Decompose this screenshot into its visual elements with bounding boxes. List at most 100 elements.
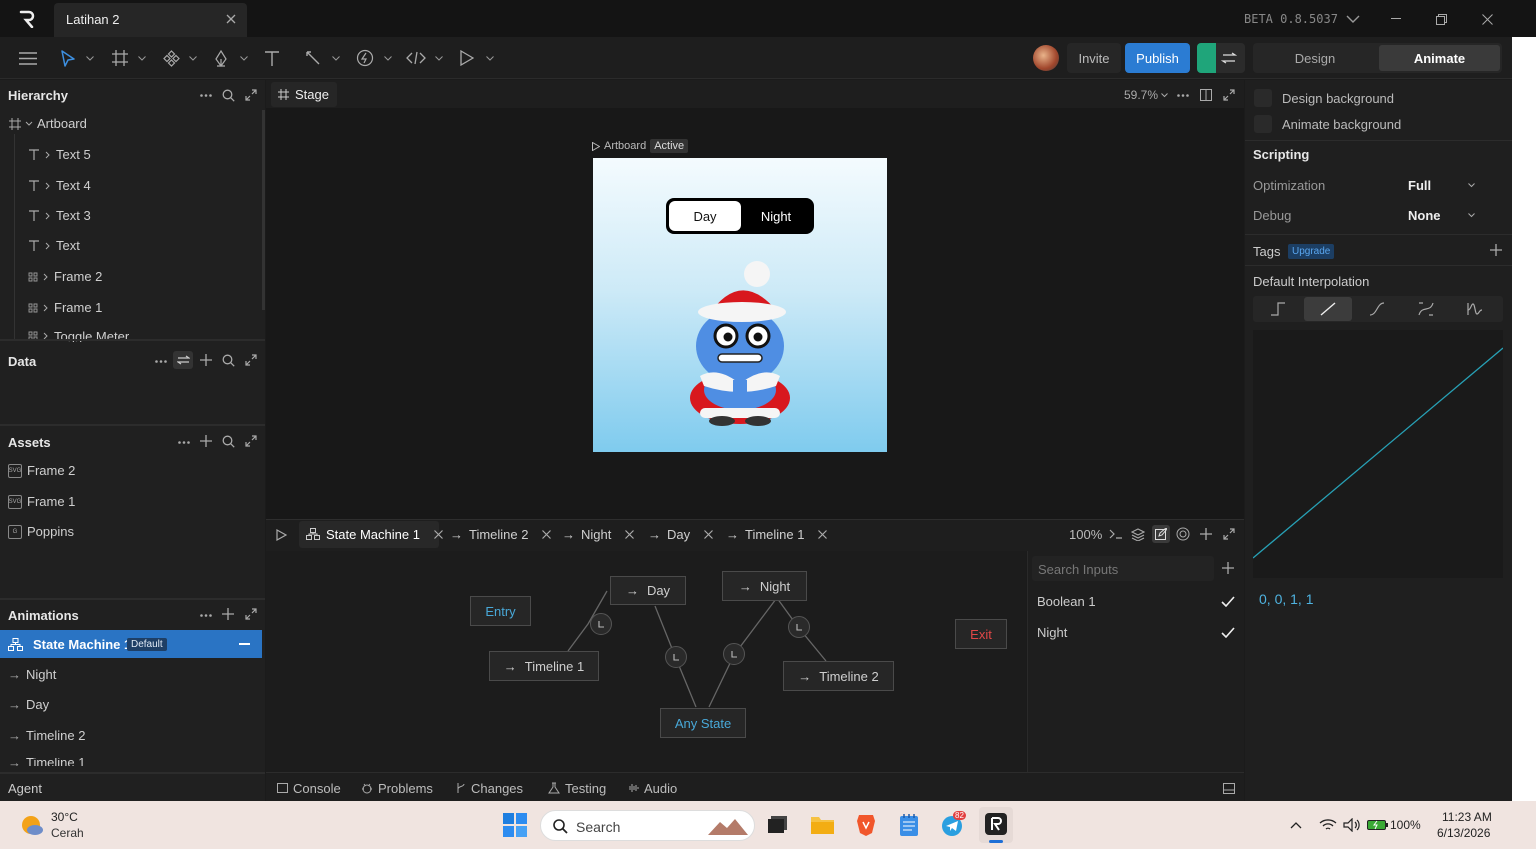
panel-toggle-icon[interactable]: [1221, 780, 1237, 796]
bottom-tab[interactable]: Problems: [361, 777, 433, 799]
toggle-night-option[interactable]: Night: [741, 201, 811, 231]
clock-time[interactable]: 11:23 AM: [1442, 810, 1492, 824]
terminal-icon[interactable]: [1107, 526, 1125, 542]
chevron-down-icon[interactable]: [382, 53, 394, 63]
bone-tool-icon[interactable]: [303, 48, 323, 68]
chevron-down-icon[interactable]: [1344, 11, 1362, 27]
scrollbar[interactable]: [262, 110, 265, 310]
mode-toggle-button[interactable]: [1197, 43, 1245, 73]
chevron-down-icon[interactable]: [484, 53, 496, 63]
stage-tab[interactable]: Stage: [271, 82, 337, 107]
chevron-down-icon[interactable]: [136, 53, 148, 63]
pen-tool-icon[interactable]: [211, 48, 231, 68]
avatar[interactable]: [1033, 45, 1059, 71]
more-icon[interactable]: [1175, 88, 1191, 102]
bottom-tab[interactable]: Changes: [456, 777, 523, 799]
document-tab[interactable]: Latihan 2: [54, 3, 247, 37]
add-icon[interactable]: [1220, 560, 1236, 576]
chevron-down-icon[interactable]: [187, 53, 199, 63]
battery-icon[interactable]: [1366, 817, 1390, 833]
zoom-level[interactable]: 59.7%: [1124, 88, 1158, 102]
frame-tool-icon[interactable]: [110, 48, 130, 68]
cubic-interpolation-icon[interactable]: [1354, 297, 1400, 321]
animate-background-swatch[interactable]: [1254, 115, 1272, 133]
asset-item[interactable]: G Poppins: [8, 524, 74, 539]
bottom-tab[interactable]: Testing: [548, 777, 606, 799]
chevron-down-icon[interactable]: [238, 53, 250, 63]
toggle-day-option[interactable]: Day: [669, 201, 741, 231]
animation-item[interactable]: → Night: [8, 667, 56, 682]
play-icon[interactable]: [273, 527, 289, 543]
chevron-down-icon[interactable]: [433, 53, 445, 63]
invite-button[interactable]: Invite: [1067, 43, 1121, 73]
day-night-toggle[interactable]: Day Night: [666, 198, 814, 234]
sm-tab[interactable]: → Day: [648, 521, 714, 547]
split-view-icon[interactable]: [1198, 87, 1214, 103]
chevron-down-icon[interactable]: [1159, 90, 1169, 100]
hierarchy-item[interactable]: Text: [28, 238, 80, 253]
code-tool-icon[interactable]: [405, 48, 427, 68]
animation-item[interactable]: → Day: [8, 697, 49, 712]
play-icon[interactable]: [457, 48, 477, 68]
state-entry[interactable]: Entry: [470, 596, 531, 626]
clock-date[interactable]: 6/13/2026: [1437, 826, 1490, 840]
state-night[interactable]: → Night: [722, 571, 807, 601]
elastic-interpolation-icon[interactable]: [1452, 297, 1498, 321]
hierarchy-item[interactable]: Text 5: [28, 147, 91, 162]
chevron-up-icon[interactable]: [1288, 818, 1304, 832]
more-icon[interactable]: [197, 608, 215, 622]
hierarchy-item[interactable]: Frame 2: [28, 269, 102, 284]
expand-icon[interactable]: [1221, 526, 1237, 542]
search-icon[interactable]: [220, 433, 236, 449]
search-inputs-field[interactable]: Search Inputs: [1032, 556, 1214, 581]
rive-logo-icon[interactable]: [16, 8, 38, 30]
taskbar-search[interactable]: Search: [540, 810, 755, 841]
hierarchy-item[interactable]: Frame 1: [28, 300, 102, 315]
bottom-tab[interactable]: Console: [277, 777, 341, 799]
rive-app-taskbar-button[interactable]: [979, 807, 1013, 843]
search-icon[interactable]: [220, 352, 236, 368]
upgrade-badge[interactable]: Upgrade: [1288, 244, 1335, 259]
animation-item[interactable]: → Timeline 1: [8, 758, 85, 766]
listen-icon[interactable]: [1175, 526, 1191, 542]
edit-icon[interactable]: [1152, 525, 1170, 543]
menu-icon[interactable]: [18, 49, 38, 67]
sm-zoom-level[interactable]: 100%: [1069, 527, 1102, 542]
linear-interpolation-icon[interactable]: [1304, 297, 1352, 321]
text-tool-icon[interactable]: [262, 48, 282, 68]
weather-icon[interactable]: [20, 814, 44, 836]
expand-icon[interactable]: [243, 433, 259, 449]
sm-tab[interactable]: State Machine 1: [306, 521, 443, 547]
state-timeline-2[interactable]: → Timeline 2: [783, 661, 894, 691]
component-tool-icon[interactable]: [161, 48, 181, 68]
add-icon[interactable]: [1488, 242, 1504, 258]
state-timeline-1[interactable]: → Timeline 1: [489, 651, 599, 681]
expand-icon[interactable]: [243, 87, 259, 103]
expand-icon[interactable]: [243, 352, 259, 368]
sm-tab[interactable]: → Timeline 2: [450, 521, 552, 547]
state-exit[interactable]: Exit: [955, 619, 1007, 649]
optimization-select[interactable]: Full: [1400, 172, 1485, 197]
swap-icon[interactable]: [173, 351, 193, 369]
sm-tab[interactable]: → Timeline 1: [726, 521, 828, 547]
add-icon[interactable]: [1198, 526, 1214, 542]
asset-item[interactable]: SVG Frame 2: [8, 463, 75, 478]
animation-item[interactable]: → Timeline 2: [8, 728, 85, 743]
input-item-label[interactable]: Night: [1037, 625, 1067, 640]
telegram-icon[interactable]: 82: [941, 811, 966, 837]
windows-start-icon[interactable]: [503, 813, 527, 837]
state-any-state[interactable]: Any State: [660, 708, 746, 738]
checkmark-icon[interactable]: [1219, 593, 1237, 609]
volume-icon[interactable]: [1342, 817, 1362, 833]
animate-mode-button[interactable]: Animate: [1379, 45, 1500, 71]
window-close-icon[interactable]: [1479, 11, 1495, 27]
hold-interpolation-icon[interactable]: [1255, 297, 1301, 321]
asset-item[interactable]: SVG Frame 1: [8, 494, 75, 509]
debug-select[interactable]: None: [1400, 202, 1485, 227]
add-icon[interactable]: [198, 352, 214, 368]
artboard-label[interactable]: Artboard Active: [592, 139, 689, 153]
more-icon[interactable]: [197, 88, 215, 102]
add-icon[interactable]: [220, 606, 236, 622]
sm-tab[interactable]: → Night: [562, 521, 635, 547]
hierarchy-item[interactable]: Text 3: [28, 208, 91, 223]
